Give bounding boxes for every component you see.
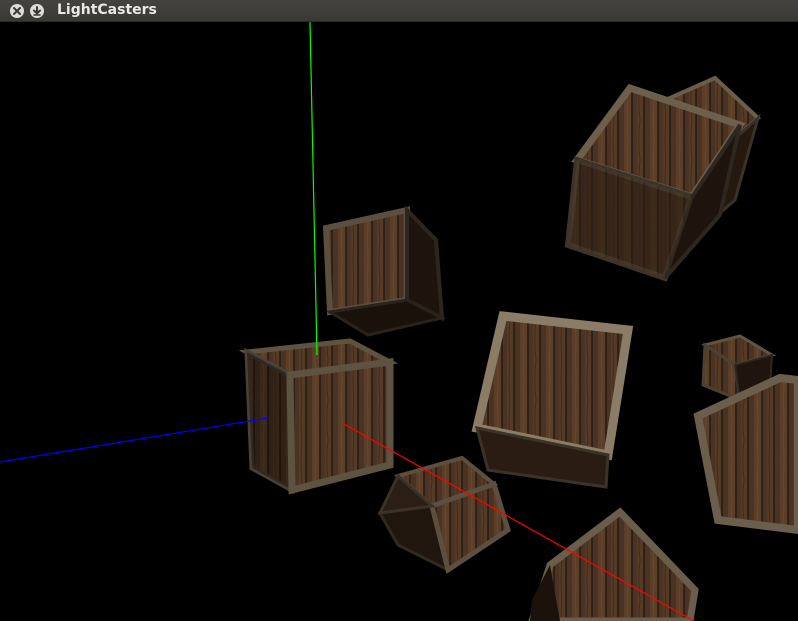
- window-title: LightCasters: [57, 2, 157, 18]
- render-viewport[interactable]: [0, 22, 798, 621]
- crate-object: [693, 373, 798, 535]
- crate-object: [377, 455, 511, 575]
- application-window: LightCasters: [0, 0, 798, 621]
- close-icon[interactable]: [9, 3, 25, 19]
- crate-object: [564, 83, 746, 282]
- z-axis-line: [0, 417, 269, 463]
- crate-object: [238, 338, 399, 495]
- window-titlebar[interactable]: LightCasters: [0, 0, 798, 22]
- crate-object: [471, 311, 634, 489]
- crate-object: [528, 507, 699, 621]
- y-axis-line: [309, 22, 318, 356]
- minimize-icon[interactable]: [29, 3, 45, 19]
- crate-object: [322, 205, 447, 337]
- scene-canvas: [0, 22, 798, 621]
